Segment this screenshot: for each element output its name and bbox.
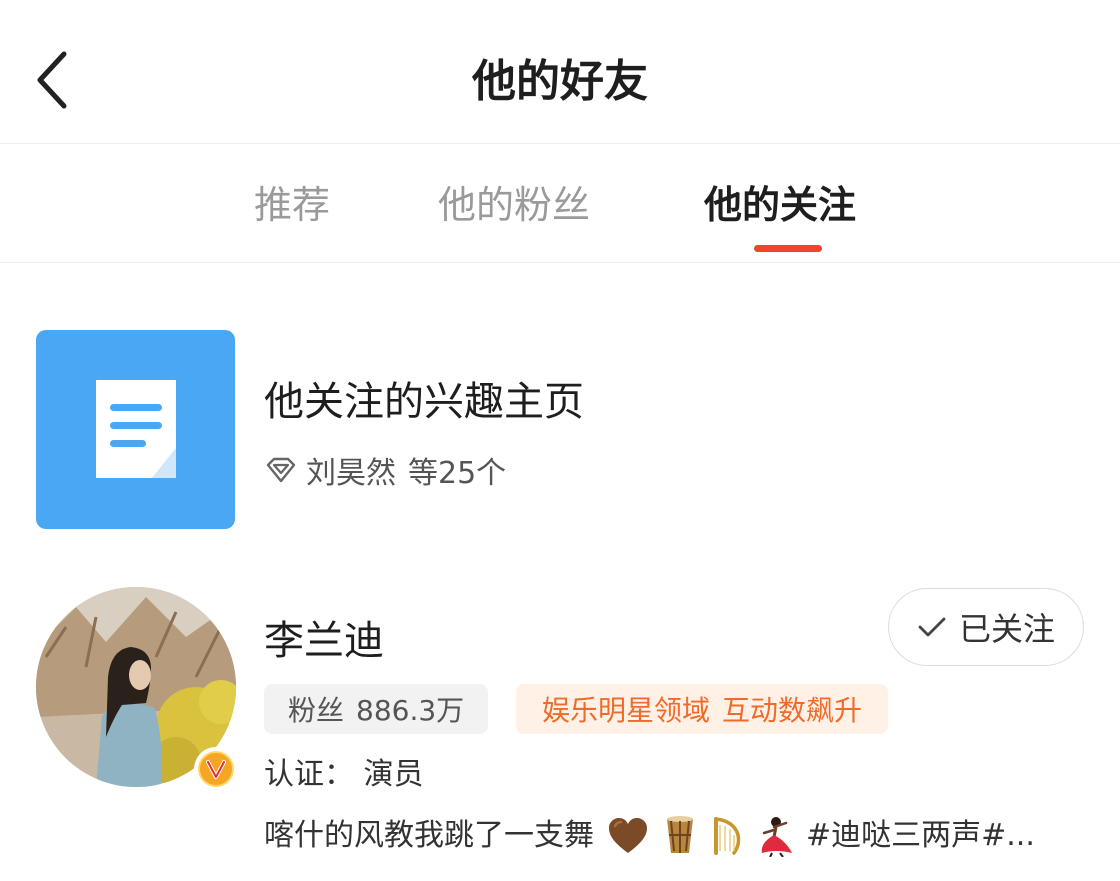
fans-label: 粉丝 — [288, 694, 345, 727]
top-bar: 他的好友 — [0, 0, 1120, 144]
tab-his-fans[interactable]: 他的粉丝 — [438, 177, 590, 233]
harp-emoji-icon — [710, 815, 744, 857]
verified-badge — [194, 747, 238, 791]
bio-text: 喀什的风教我跳了一支舞 — [264, 818, 594, 853]
fans-count: 886.3万 — [356, 694, 465, 727]
tab-bar: 推荐 他的粉丝 他的关注 — [0, 145, 1120, 263]
interest-pages-entry[interactable]: 他关注的兴趣主页 刘昊然 等25个 — [0, 330, 1120, 530]
user-list-item: 李兰迪 已关注 粉丝 886.3万 娱乐明星领域 互动数飙升 认证： 演员 喀什… — [0, 585, 1120, 875]
page-title: 他的好友 — [472, 56, 648, 107]
verified-v-icon — [198, 751, 234, 787]
bio-topic-tag[interactable]: #迪哒三两声#... — [806, 813, 1035, 859]
interest-sub-count: 等25个 — [408, 456, 507, 491]
interest-subline: 刘昊然 等25个 — [264, 448, 506, 492]
document-icon — [96, 380, 176, 478]
user-name[interactable]: 李兰迪 — [264, 613, 384, 669]
diamond-icon — [266, 457, 296, 483]
following-button-label: 已关注 — [958, 610, 1055, 648]
domain-trend: 互动数飙升 — [722, 694, 863, 727]
domain-trend-tag[interactable]: 娱乐明星领域 互动数飙升 — [516, 684, 889, 734]
interest-tile — [36, 330, 235, 529]
tab-recommend[interactable]: 推荐 — [254, 177, 330, 233]
interest-sub-name: 刘昊然 — [306, 456, 396, 491]
brown-heart-emoji-icon — [606, 816, 650, 856]
verification-text: 认证： 演员 — [264, 757, 424, 792]
dancer-emoji-icon — [756, 815, 796, 857]
domain-label: 娱乐明星领域 — [542, 694, 711, 727]
active-tab-indicator — [754, 245, 822, 252]
tab-his-following[interactable]: 他的关注 — [704, 177, 856, 233]
interest-title: 他关注的兴趣主页 — [264, 379, 584, 425]
following-button[interactable]: 已关注 — [888, 588, 1084, 666]
fans-count-tag: 粉丝 886.3万 — [264, 684, 489, 734]
user-bio: 喀什的风教我跳了一支舞 #迪哒三两声#... — [264, 813, 1084, 859]
drum-emoji-icon — [662, 815, 698, 857]
app-screen: 他的好友 推荐 他的粉丝 他的关注 他关注的兴趣主页 刘昊然 等25个 李兰迪 … — [0, 0, 1120, 881]
check-icon — [917, 615, 947, 639]
